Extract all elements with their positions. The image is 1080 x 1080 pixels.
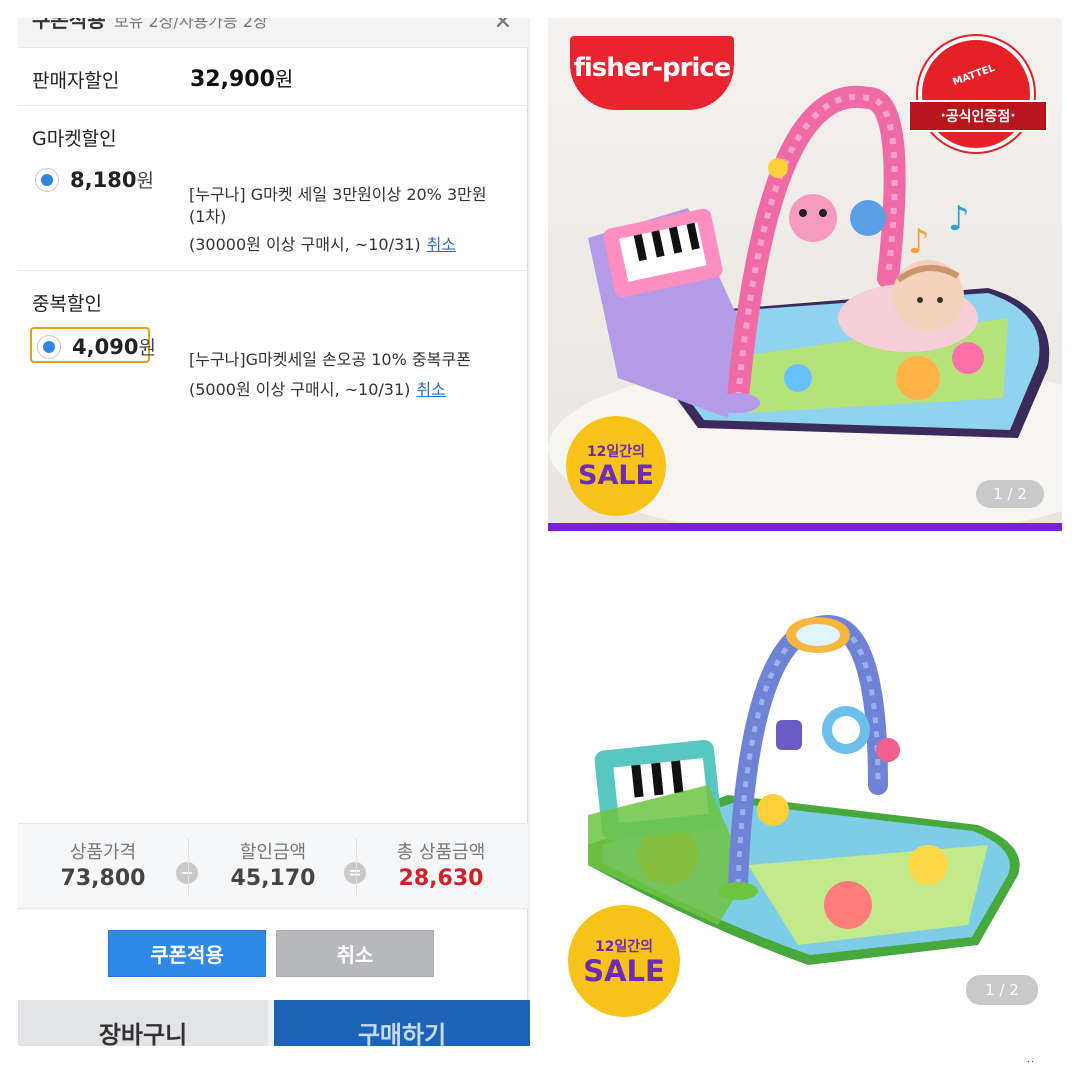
- cancel-button[interactable]: 취소: [276, 930, 434, 977]
- coupon-screen: 장바구니 구매하기 쿠폰적용 보유 2장/사용가능 2장 ✕ 판매자할인 32,…: [18, 18, 530, 1046]
- coupon-condition: (5000원 이상 구매시, ~10/31) 취소: [189, 379, 519, 401]
- sale-badge: 12일간의 SALE: [566, 416, 666, 516]
- sale-badge: 12일간의 SALE: [568, 905, 680, 1017]
- cart-button[interactable]: 장바구니: [18, 1000, 268, 1046]
- product-image-card[interactable]: 12일간의 SALE 1 / 2: [548, 545, 1062, 1031]
- coupon-name-cont: (1차): [189, 207, 227, 226]
- discount-value: 45,170: [230, 866, 316, 891]
- coupon-condition-text: (30000원 이상 구매시, ~10/31): [189, 235, 421, 254]
- sale-badge-top: 12일간의: [586, 444, 646, 460]
- coupon-amount: 8,180원: [70, 166, 154, 193]
- coupon-modal: 쿠폰적용 보유 2장/사용가능 2장 ✕ 판매자할인 32,900원 G마켓할인…: [18, 18, 528, 1000]
- gmarket-discount-section: G마켓할인 8,180원 [누구나] G마켓 세일 3만원이상 20% 3만원 …: [18, 106, 528, 271]
- seller-discount-value: 32,900: [190, 67, 275, 92]
- product-price-value: 73,800: [60, 866, 146, 891]
- total-label: 총 상품금액: [396, 842, 486, 863]
- total-col: 총 상품금액 28,630: [356, 824, 526, 910]
- svg-text:♪: ♪: [908, 222, 930, 262]
- official-store-seal: MATTEL · 공식인증점 ·: [908, 36, 1048, 156]
- section-title: 중복할인: [32, 293, 102, 315]
- seal-ribbon: · 공식인증점 ·: [908, 100, 1048, 132]
- coupon-amount-value: 8,180: [70, 168, 137, 192]
- discount-col: 할인금액 45,170: [188, 824, 358, 910]
- modal-title: 쿠폰적용: [32, 18, 106, 32]
- coupon-count: 보유 2장/사용가능 2장: [114, 18, 268, 31]
- sale-badge-main: SALE: [578, 460, 654, 491]
- image-pager[interactable]: 1 / 2: [976, 480, 1044, 508]
- currency-unit: 원: [136, 170, 154, 192]
- sale-badge-top: 12일간의: [594, 939, 654, 955]
- cancel-coupon-link[interactable]: 취소: [416, 380, 445, 399]
- card-divider: [548, 523, 1062, 531]
- coupon-condition-text: (5000원 이상 구매시, ~10/31): [189, 380, 411, 399]
- price-summary: 상품가격 73,800 − 할인금액 45,170 = 총 상품금액 28,63…: [18, 823, 528, 909]
- brand-logo: fisher-price: [570, 36, 734, 110]
- coupon-condition: (30000원 이상 구매시, ~10/31) 취소: [189, 234, 519, 256]
- currency-unit: 원: [138, 337, 156, 359]
- coupon-name: [누구나] G마켓 세일 3만원이상 20% 3만원: [189, 185, 487, 204]
- apply-coupon-button[interactable]: 쿠폰적용: [108, 930, 266, 977]
- radio-selected-icon[interactable]: [35, 168, 59, 192]
- sale-badge-main: SALE: [583, 954, 665, 988]
- cancel-coupon-link[interactable]: 취소: [427, 235, 456, 254]
- duplicate-coupon-option[interactable]: 4,090원: [30, 327, 156, 363]
- corner-glyph: ᆢ: [1024, 1055, 1037, 1071]
- buy-button[interactable]: 구매하기: [274, 1000, 530, 1046]
- bottom-action-bar: 장바구니 구매하기: [18, 1000, 530, 1046]
- seller-discount-label: 판매자할인: [32, 70, 120, 92]
- seller-discount-amount: 32,900원: [190, 63, 293, 92]
- duplicate-discount-section: 중복할인 4,090원 [누구나]G마켓세일 손오공 10% 중복쿠폰 (500…: [18, 271, 528, 411]
- image-pager[interactable]: 1 / 2: [966, 975, 1038, 1005]
- coupon-description: [누구나]G마켓세일 손오공 10% 중복쿠폰 (5000원 이상 구매시, ~…: [189, 349, 519, 401]
- radio-selected-icon[interactable]: [37, 335, 61, 359]
- discount-label: 할인금액: [239, 842, 307, 863]
- seller-discount-row: 판매자할인 32,900원: [18, 48, 528, 106]
- currency-unit: 원: [274, 67, 294, 91]
- coupon-name: [누구나]G마켓세일 손오공 10% 중복쿠폰: [189, 350, 471, 369]
- close-icon[interactable]: ✕: [494, 18, 512, 35]
- total-value: 28,630: [398, 866, 484, 891]
- coupon-amount-value: 4,090: [72, 335, 139, 359]
- seal-circle: [918, 36, 1034, 152]
- product-image-card[interactable]: ♪ ♪ fisher-price MATTEL · 공식인증점 · 12일간의 …: [548, 18, 1062, 526]
- section-title: G마켓할인: [32, 128, 117, 150]
- modal-header: 쿠폰적용 보유 2장/사용가능 2장 ✕: [18, 18, 528, 48]
- svg-text:♪: ♪: [948, 199, 970, 239]
- product-price-label: 상품가격: [69, 842, 137, 863]
- coupon-description: [누구나] G마켓 세일 3만원이상 20% 3만원 (1차) (30000원 …: [189, 184, 519, 256]
- gmarket-coupon-option[interactable]: 8,180원: [30, 162, 154, 198]
- seal-text: 공식인증점: [945, 109, 1011, 125]
- product-price-col: 상품가격 73,800: [18, 824, 188, 910]
- coupon-amount: 4,090원: [72, 333, 156, 360]
